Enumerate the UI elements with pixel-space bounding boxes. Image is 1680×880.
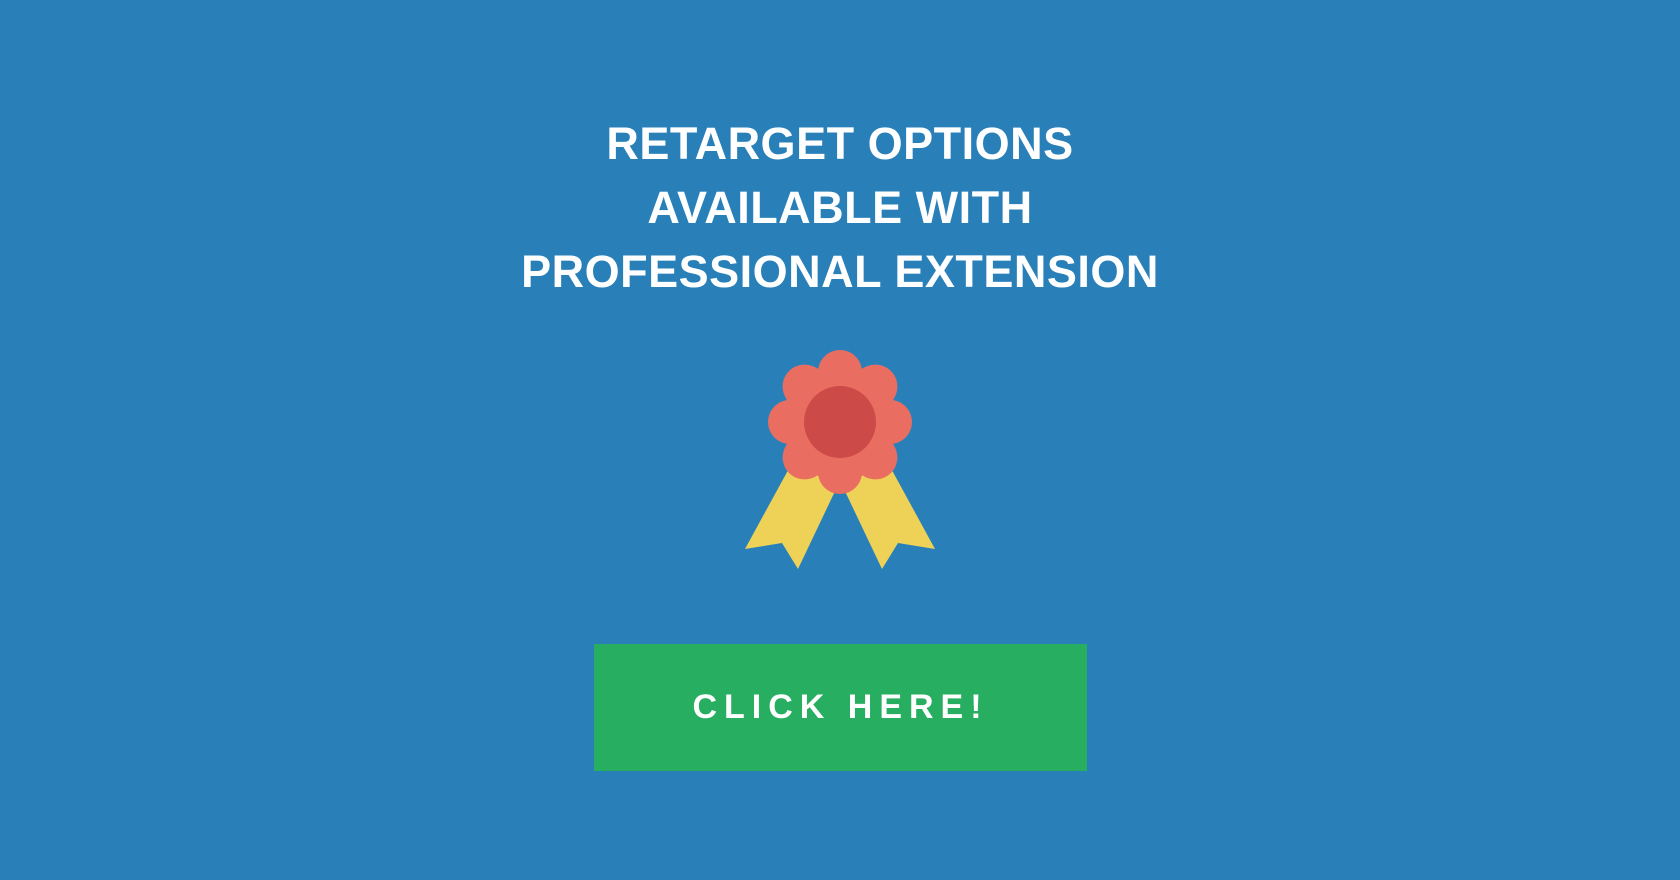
headline-line-3: PROFESSIONAL EXTENSION	[521, 246, 1159, 297]
headline-line-1: RETARGET OPTIONS	[606, 118, 1074, 169]
rosette-center	[804, 386, 876, 458]
award-ribbon-icon	[745, 350, 935, 569]
click-here-button[interactable]: CLICK HERE!	[594, 644, 1087, 771]
headline-line-2: AVAILABLE WITH	[647, 182, 1033, 233]
promo-headline: RETARGET OPTIONS AVAILABLE WITH PROFESSI…	[0, 112, 1680, 304]
promo-panel: RETARGET OPTIONS AVAILABLE WITH PROFESSI…	[0, 0, 1680, 880]
